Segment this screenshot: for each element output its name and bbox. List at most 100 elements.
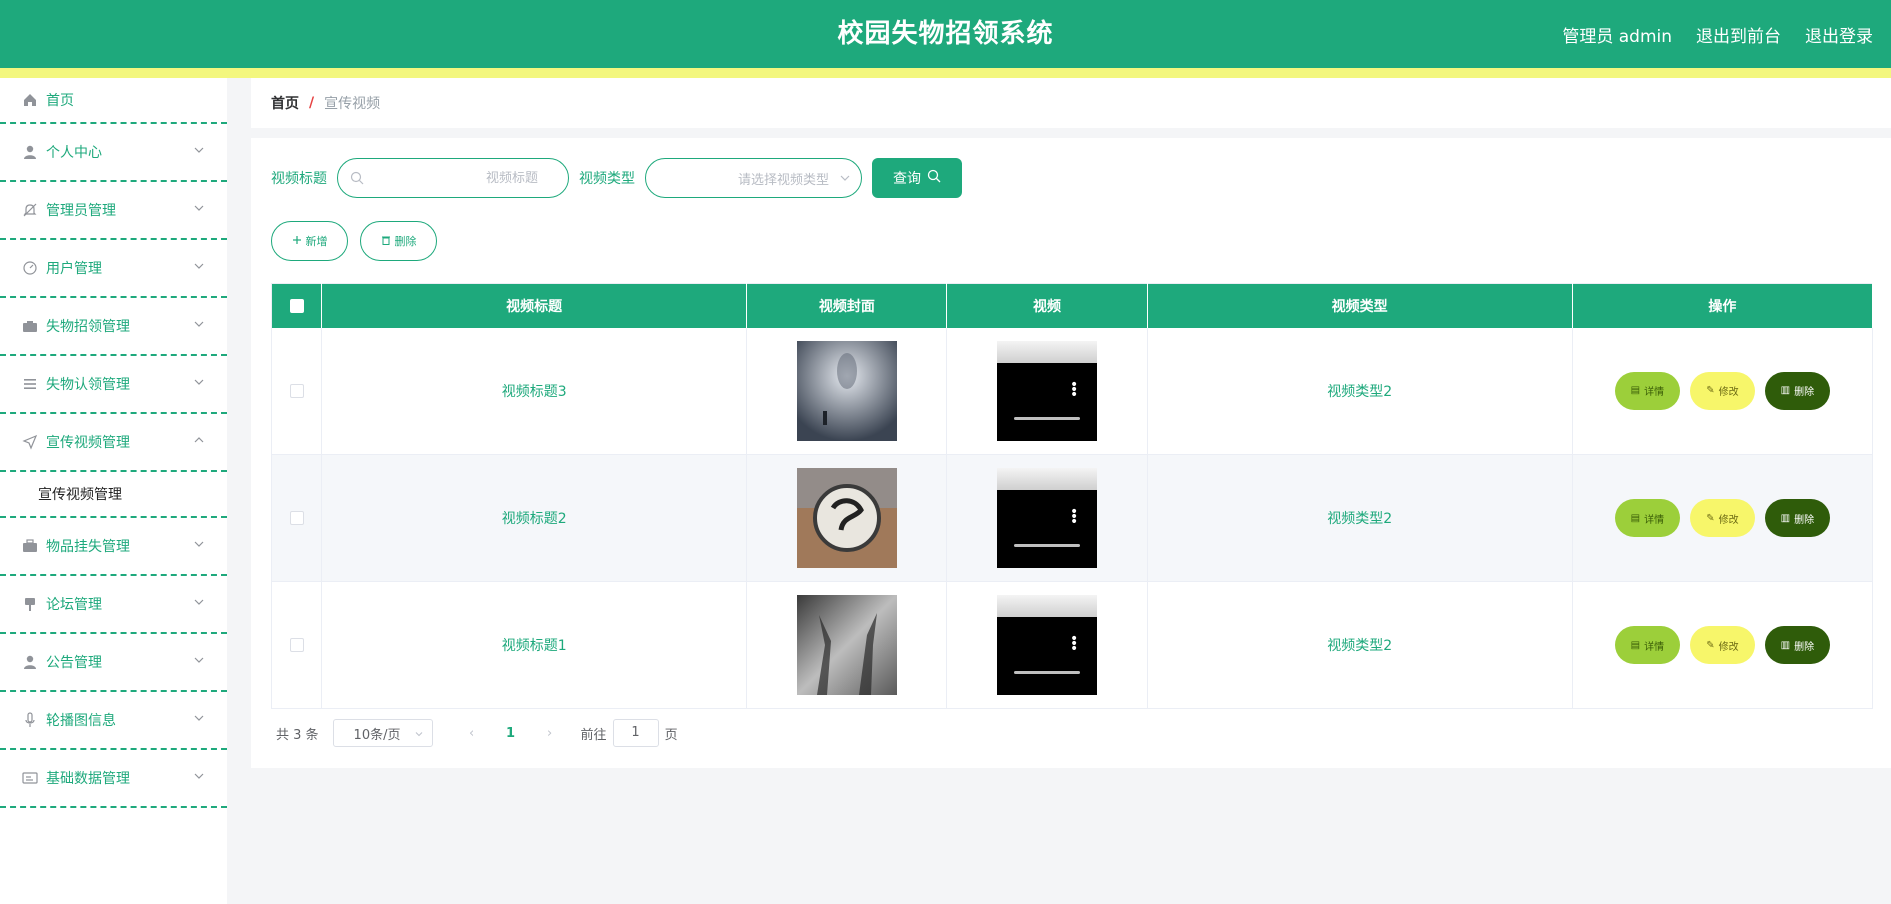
sidebar-item-loss-report-management[interactable]: 物品挂失管理 bbox=[0, 518, 227, 576]
delete-button-label: 删除 bbox=[1794, 387, 1815, 399]
row-checkbox[interactable] bbox=[289, 383, 304, 398]
sidebar-subitem-promo-video[interactable]: 宣传视频管理 bbox=[0, 472, 227, 518]
edit-button[interactable]: ✎ 修改 bbox=[1689, 626, 1755, 664]
sidebar-item-label: 公告管理 bbox=[46, 655, 102, 671]
page-size-select[interactable]: 10条/页 bbox=[332, 719, 433, 747]
chevron-down-icon bbox=[193, 538, 205, 550]
header-stripe bbox=[0, 68, 1891, 78]
sidebar-item-home[interactable]: 首页 bbox=[0, 78, 227, 124]
video-type-cell: 视频类型2 bbox=[1147, 327, 1573, 455]
sidebar-item-personal-center[interactable]: 个人中心 bbox=[0, 124, 227, 182]
title-search-input[interactable] bbox=[350, 170, 538, 186]
detail-button-label: 详情 bbox=[1644, 387, 1665, 399]
table-row: 视频标题2 • • • 视频类型2 ▤ 详情 ✎ 修改 ▥ 删除 bbox=[271, 454, 1874, 582]
sidebar-item-forum-management[interactable]: 论坛管理 bbox=[0, 576, 227, 634]
id-card-icon bbox=[22, 770, 38, 786]
edit-button-label: 修改 bbox=[1718, 514, 1739, 526]
video-progress-bar[interactable] bbox=[1013, 416, 1080, 420]
trash-icon: ▥ bbox=[1780, 385, 1791, 397]
select-all-checkbox[interactable] bbox=[289, 298, 304, 313]
home-icon bbox=[22, 92, 38, 108]
video-progress-bar[interactable] bbox=[1013, 671, 1080, 674]
sidebar-item-claim-management[interactable]: 失物认领管理 bbox=[0, 356, 227, 414]
current-page-number[interactable]: 1 bbox=[487, 726, 535, 741]
table-row: 视频标题3 • • • 视频类型2 ▤ 详情 ✎ 修改 ▥ 删除 bbox=[271, 327, 1874, 455]
edit-button[interactable]: ✎ 修改 bbox=[1689, 371, 1755, 410]
edit-button[interactable]: ✎ 修改 bbox=[1689, 499, 1755, 537]
detail-button-label: 详情 bbox=[1644, 641, 1665, 653]
sidebar-item-label: 轮播图信息 bbox=[46, 713, 116, 729]
video-player[interactable]: • • • bbox=[996, 340, 1097, 441]
video-cover-thumbnail[interactable] bbox=[796, 595, 897, 695]
microphone-icon bbox=[22, 712, 38, 728]
more-options-icon[interactable]: • • • bbox=[1070, 378, 1078, 402]
sidebar-item-label: 宣传视频管理 bbox=[46, 435, 130, 451]
video-type-cell: 视频类型2 bbox=[1147, 454, 1573, 582]
menu-icon bbox=[22, 376, 38, 392]
sidebar-item-basic-data-management[interactable]: 基础数据管理 bbox=[0, 750, 227, 808]
operations-cell: ▤ 详情 ✎ 修改 ▥ 删除 bbox=[1572, 327, 1874, 455]
more-options-icon[interactable]: • • • bbox=[1070, 505, 1078, 529]
pagination: 共 3 条 10条/页 ‹ 1 › 前往 1 页 bbox=[276, 719, 678, 747]
detail-button[interactable]: ▤ 详情 bbox=[1614, 626, 1680, 664]
sidebar-item-admin-management[interactable]: 管理员管理 bbox=[0, 182, 227, 240]
total-count: 共 3 条 bbox=[276, 727, 319, 743]
sidebar-item-user-management[interactable]: 用户管理 bbox=[0, 240, 227, 298]
cover-cell bbox=[746, 327, 948, 455]
sidebar-item-promo-video-management[interactable]: 宣传视频管理 bbox=[0, 414, 227, 472]
video-type-placeholder: 请选择视频类型 bbox=[737, 172, 829, 188]
delete-button[interactable]: ▥ 删除 bbox=[1764, 499, 1830, 537]
prev-page-button[interactable]: ‹ bbox=[457, 726, 487, 741]
sidebar-item-lost-found-management[interactable]: 失物招领管理 bbox=[0, 298, 227, 356]
operations-cell: ▤ 详情 ✎ 修改 ▥ 删除 bbox=[1572, 581, 1874, 709]
user-icon bbox=[22, 654, 38, 670]
logout-link[interactable]: 退出登录 bbox=[1805, 22, 1873, 47]
sidebar-item-label: 首页 bbox=[46, 93, 74, 109]
video-title-cell: 视频标题3 bbox=[321, 327, 748, 455]
video-player[interactable]: • • • bbox=[996, 468, 1097, 568]
sidebar-item-label: 基础数据管理 bbox=[46, 771, 130, 787]
sidebar: 首页 个人中心 管理员管理 用户管理 失物招领管理 失物认领管理 宣传视频管理 … bbox=[0, 78, 227, 904]
batch-delete-button[interactable]: 删除 bbox=[360, 221, 437, 261]
sidebar-item-label: 物品挂失管理 bbox=[46, 539, 130, 555]
add-button[interactable]: 新增 bbox=[271, 221, 348, 261]
goto-page-input[interactable]: 1 bbox=[612, 719, 659, 747]
query-button[interactable]: 查询 bbox=[872, 158, 962, 198]
brush-icon bbox=[22, 596, 38, 612]
row-checkbox-cell bbox=[271, 327, 323, 455]
gauge-icon bbox=[22, 260, 38, 276]
video-type-select[interactable]: 请选择视频类型 bbox=[645, 158, 862, 198]
column-header-video: 视频 bbox=[946, 283, 1148, 328]
to-front-link[interactable]: 退出到前台 bbox=[1696, 22, 1781, 47]
video-cover-thumbnail[interactable] bbox=[796, 468, 897, 568]
type-filter-label: 视频类型 bbox=[579, 171, 635, 187]
breadcrumb-current: 宣传视频 bbox=[324, 96, 381, 112]
video-cover-thumbnail[interactable] bbox=[796, 340, 897, 441]
sidebar-item-label: 失物招领管理 bbox=[46, 319, 130, 335]
delete-button[interactable]: ▥ 删除 bbox=[1764, 626, 1830, 664]
briefcase-icon bbox=[22, 538, 38, 554]
document-icon: ▤ bbox=[1630, 385, 1641, 397]
column-header-cover: 视频封面 bbox=[746, 283, 948, 328]
sidebar-item-carousel-info[interactable]: 轮播图信息 bbox=[0, 692, 227, 750]
video-cell: • • • bbox=[946, 581, 1148, 709]
row-checkbox[interactable] bbox=[289, 511, 304, 525]
detail-button[interactable]: ▤ 详情 bbox=[1614, 371, 1680, 410]
query-button-label: 查询 bbox=[893, 171, 921, 187]
chevron-down-icon bbox=[193, 202, 205, 214]
title-search-field[interactable] bbox=[337, 158, 569, 198]
plus-icon bbox=[292, 235, 302, 248]
select-all-cell[interactable] bbox=[271, 283, 323, 328]
breadcrumb-home[interactable]: 首页 bbox=[271, 93, 299, 113]
row-checkbox[interactable] bbox=[289, 638, 304, 652]
document-icon: ▤ bbox=[1630, 639, 1641, 651]
video-player[interactable]: • • • bbox=[996, 595, 1097, 695]
more-options-icon[interactable]: • • • bbox=[1070, 632, 1078, 656]
detail-button[interactable]: ▤ 详情 bbox=[1614, 499, 1680, 537]
chevron-down-icon bbox=[193, 654, 205, 666]
sidebar-item-notice-management[interactable]: 公告管理 bbox=[0, 634, 227, 692]
delete-button[interactable]: ▥ 删除 bbox=[1764, 371, 1830, 410]
video-progress-bar[interactable] bbox=[1013, 544, 1080, 547]
title-filter-label: 视频标题 bbox=[271, 171, 327, 187]
next-page-button[interactable]: › bbox=[535, 726, 565, 741]
